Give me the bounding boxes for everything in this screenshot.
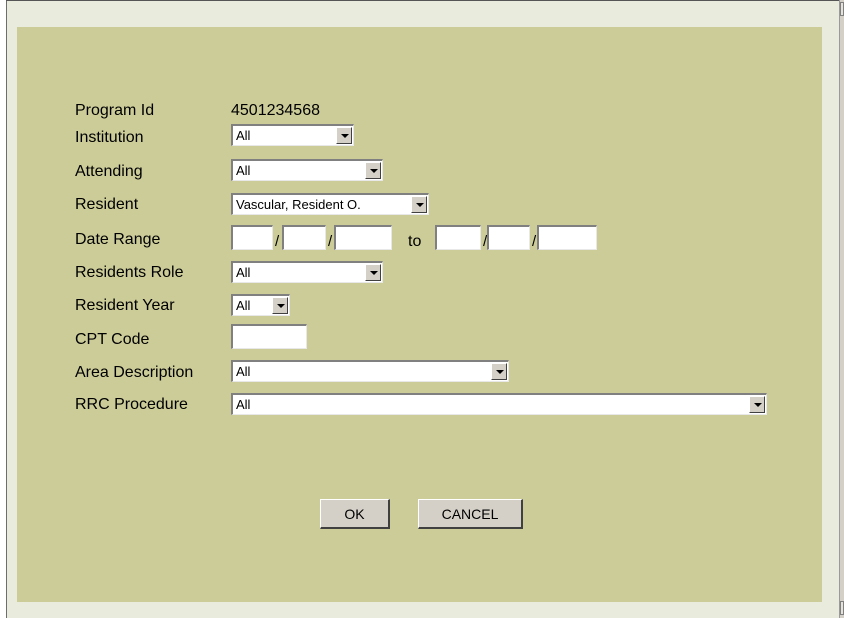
window-border	[6, 0, 7, 618]
date-separator: /	[328, 233, 333, 250]
institution-select[interactable]: All	[231, 124, 354, 146]
date-separator: /	[275, 233, 280, 250]
residents-role-select[interactable]: All	[231, 261, 383, 283]
date-range-label: Date Range	[75, 231, 161, 248]
rrc-procedure-label: RRC Procedure	[75, 396, 188, 413]
cpt-code-label: CPT Code	[75, 331, 150, 348]
date-range-to-text: to	[408, 233, 422, 250]
date-to-month-input[interactable]	[435, 225, 481, 250]
attending-selected-value: All	[236, 163, 251, 178]
residents-role-selected-value: All	[236, 265, 251, 280]
resident-year-selected-value: All	[236, 298, 251, 313]
window-top-border	[6, 0, 840, 1]
resident-year-label: Resident Year	[75, 297, 175, 314]
scroll-up-arrow[interactable]	[840, 2, 844, 16]
resident-label: Resident	[75, 196, 139, 213]
chevron-down-icon[interactable]	[491, 363, 507, 380]
vertical-scrollbar[interactable]	[839, 0, 844, 618]
program-id-value: 4501234568	[231, 102, 320, 119]
chevron-down-icon[interactable]	[749, 396, 765, 413]
chevron-down-icon[interactable]	[272, 297, 288, 314]
date-from-day-input[interactable]	[282, 225, 326, 250]
rrc-procedure-selected-value: All	[236, 397, 251, 412]
date-from-year-input[interactable]	[334, 225, 392, 250]
area-description-select[interactable]: All	[231, 360, 509, 382]
cpt-code-input[interactable]	[231, 324, 307, 349]
ok-button[interactable]: OK	[320, 499, 390, 529]
area-description-label: Area Description	[75, 364, 194, 381]
area-description-selected-value: All	[236, 364, 251, 379]
resident-selected-value: Vascular, Resident O.	[236, 197, 361, 212]
institution-selected-value: All	[236, 128, 251, 143]
attending-select[interactable]: All	[231, 159, 383, 181]
date-separator: /	[532, 233, 537, 250]
attending-label: Attending	[75, 163, 143, 180]
date-to-year-input[interactable]	[537, 225, 597, 250]
chevron-down-icon[interactable]	[336, 127, 352, 144]
resident-select[interactable]: Vascular, Resident O.	[231, 193, 429, 215]
rrc-procedure-select[interactable]: All	[231, 393, 767, 415]
chevron-down-icon[interactable]	[411, 196, 427, 213]
chevron-down-icon[interactable]	[365, 264, 381, 281]
scroll-down-arrow[interactable]	[840, 601, 844, 615]
institution-label: Institution	[75, 129, 144, 146]
cancel-button[interactable]: CANCEL	[418, 499, 523, 529]
residents-role-label: Residents Role	[75, 264, 184, 281]
date-to-day-input[interactable]	[487, 225, 530, 250]
resident-year-select[interactable]: All	[231, 294, 290, 316]
program-id-label: Program Id	[75, 102, 155, 119]
chevron-down-icon[interactable]	[365, 162, 381, 179]
date-from-month-input[interactable]	[231, 225, 273, 250]
filter-panel: Program Id 4501234568 Institution All At…	[17, 27, 822, 602]
